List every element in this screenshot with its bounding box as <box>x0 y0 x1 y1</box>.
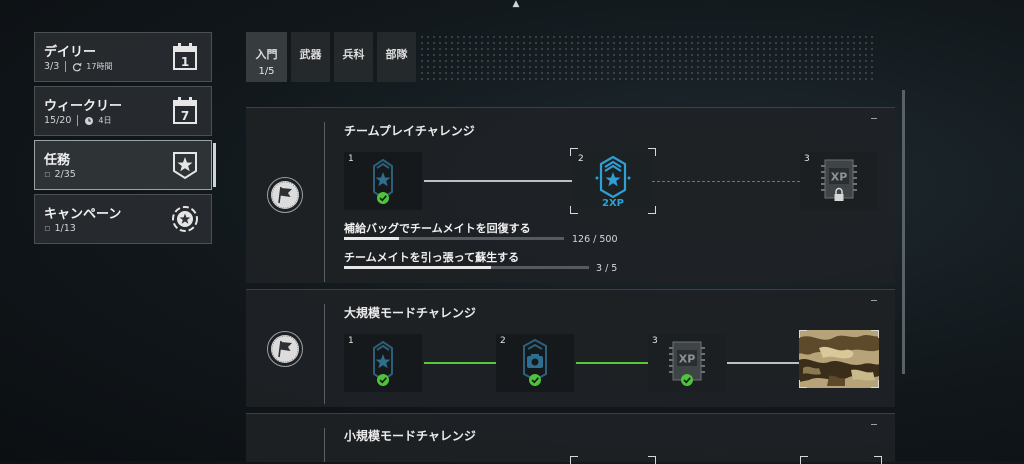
nav-item-progress: 15/20 <box>44 115 72 126</box>
svg-text:7: 7 <box>181 109 189 123</box>
task-progress-bar <box>344 266 589 269</box>
tab-label: 入門 <box>255 48 278 61</box>
nav-item-title: 任務 <box>44 153 71 168</box>
tab-count: 1/5 <box>258 66 275 77</box>
progress-track-locked <box>652 181 800 182</box>
reward-tile-selected[interactable]: 2 2XP <box>570 148 656 214</box>
progress-track <box>727 362 799 364</box>
progress-track <box>424 180 572 182</box>
lock-small-icon: ▫ <box>44 169 51 180</box>
calendar-day-icon: 1 <box>173 43 197 70</box>
svg-text:2XP: 2XP <box>602 198 624 209</box>
nav-item-weekly[interactable]: ウィークリー 15/20 4日 7 <box>34 86 212 136</box>
task-progress-bar <box>344 237 564 240</box>
collapse-icon[interactable] <box>871 118 877 119</box>
tab-intro[interactable]: 入門 1/5 <box>246 32 287 82</box>
task-progress-fill <box>344 266 491 269</box>
tab-weapons[interactable]: 武器 <box>291 32 330 82</box>
tab-squad[interactable]: 部隊 <box>377 32 416 82</box>
tab-class[interactable]: 兵科 <box>334 32 373 82</box>
nav-item-title: キャンペーン <box>44 207 122 222</box>
panel-title: チームプレイチャレンジ <box>344 124 475 138</box>
panel-title: 大規模モードチャレンジ <box>344 306 476 320</box>
progress-track-complete <box>576 362 648 364</box>
nav-item-sub: 3/3 17時間 <box>44 61 112 72</box>
collapse-icon[interactable] <box>871 424 877 425</box>
nav-item-missions[interactable]: 任務 ▫ 2/35 <box>34 140 216 190</box>
challenge-panel-small-mode: 小規模モードチャレンジ <box>246 413 895 464</box>
rank-chevron-star-icon <box>373 158 393 204</box>
nav-item-progress: 2/35 <box>54 169 76 180</box>
reward-tile-locked[interactable]: 3 XP <box>800 152 878 210</box>
challenge-category-nav: デイリー 3/3 17時間 1 ウィークリー 15/20 4日 7 任務 ▫ 2… <box>34 32 216 248</box>
flag-emblem-icon <box>267 177 303 213</box>
rank-chevron-star-icon <box>373 340 393 386</box>
camo-skin-icon[interactable] <box>799 330 879 388</box>
flag-emblem-icon <box>267 331 303 367</box>
collapse-icon[interactable] <box>871 300 877 301</box>
clock-icon <box>85 116 94 125</box>
lock-small-icon: ▫ <box>44 223 51 234</box>
svg-text:XP: XP <box>831 171 848 184</box>
challenge-panel-large-mode: 大規模モードチャレンジ 1 2 3 XP <box>246 289 895 407</box>
challenge-panel-teamplay: チームプレイチャレンジ 1 2 2XP 3 XP 補給バッグでチームメイトを回復… <box>246 107 895 283</box>
reward-tile[interactable]: 1 <box>344 152 422 210</box>
nav-item-sub: ▫ 2/35 <box>44 169 76 180</box>
xp-chip-locked-icon: XP <box>821 159 857 201</box>
tab-label: 武器 <box>299 48 322 61</box>
nav-item-timer: 17時間 <box>86 62 113 71</box>
scrollbar[interactable] <box>902 90 905 374</box>
xp-chip-icon: XP <box>669 341 705 386</box>
mission-tabs: 入門 1/5 武器 兵科 部隊 <box>246 32 416 82</box>
refresh-icon <box>73 62 82 71</box>
task-label: 補給バッグでチームメイトを回復する <box>344 222 531 235</box>
task-progress-fill <box>344 237 400 240</box>
calendar-week-icon: 7 <box>173 97 197 124</box>
tab-label: 兵科 <box>342 48 365 61</box>
reward-tile[interactable]: 2 <box>496 334 574 392</box>
nav-item-progress: 1/13 <box>54 223 76 234</box>
star-badge-icon <box>173 152 197 180</box>
progress-track-complete <box>424 362 496 364</box>
panel-title: 小規模モードチャレンジ <box>344 429 476 443</box>
nav-item-sub: 15/20 4日 <box>44 115 111 126</box>
svg-text:1: 1 <box>181 55 189 69</box>
nav-item-title: ウィークリー <box>44 99 123 114</box>
task-label: チームメイトを引っ張って蘇生する <box>344 251 520 264</box>
nav-item-daily[interactable]: デイリー 3/3 17時間 1 <box>34 32 212 82</box>
task-progress-value: 126 / 500 <box>572 234 618 245</box>
tab-label: 部隊 <box>385 48 408 61</box>
nav-item-sub: ▫ 1/13 <box>44 223 76 234</box>
reward-tile[interactable]: 1 <box>344 334 422 392</box>
star-target-icon <box>172 206 198 232</box>
nav-item-progress: 3/3 <box>44 61 60 72</box>
nav-item-timer: 4日 <box>98 116 112 125</box>
rank-chevron-2xp-icon: 2XP <box>595 155 631 209</box>
svg-text:XP: XP <box>679 353 696 366</box>
task-progress-value: 3 / 5 <box>596 263 618 274</box>
nav-item-title: デイリー <box>44 45 97 60</box>
rank-chevron-camera-icon <box>523 338 547 386</box>
reward-tile[interactable]: 3 XP <box>648 334 726 392</box>
tab-bar-dot-pattern <box>419 34 877 82</box>
nav-item-campaign[interactable]: キャンペーン ▫ 1/13 <box>34 194 212 244</box>
top-caret-icon[interactable]: ▲ <box>510 0 522 9</box>
